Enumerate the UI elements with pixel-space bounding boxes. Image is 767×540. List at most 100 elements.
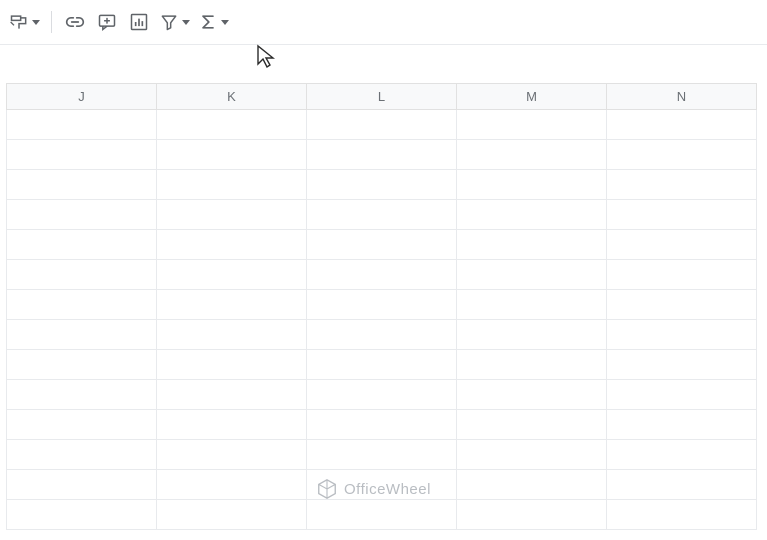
cell[interactable] bbox=[607, 440, 757, 470]
cell[interactable] bbox=[457, 110, 607, 140]
cell[interactable] bbox=[7, 170, 157, 200]
cell[interactable] bbox=[607, 290, 757, 320]
cell[interactable] bbox=[7, 290, 157, 320]
cell[interactable] bbox=[7, 200, 157, 230]
cell[interactable] bbox=[157, 500, 307, 530]
cell[interactable] bbox=[307, 170, 457, 200]
cell[interactable] bbox=[457, 260, 607, 290]
cell[interactable] bbox=[7, 110, 157, 140]
cell[interactable] bbox=[457, 470, 607, 500]
column-header[interactable]: K bbox=[157, 84, 307, 110]
insert-link-button[interactable] bbox=[60, 7, 90, 37]
cell[interactable] bbox=[607, 230, 757, 260]
cell[interactable] bbox=[457, 200, 607, 230]
table-row bbox=[7, 380, 757, 410]
cell[interactable] bbox=[307, 500, 457, 530]
cell[interactable] bbox=[157, 410, 307, 440]
cell[interactable] bbox=[307, 350, 457, 380]
cell[interactable] bbox=[457, 500, 607, 530]
cell[interactable] bbox=[7, 380, 157, 410]
cell[interactable] bbox=[307, 200, 457, 230]
cell[interactable] bbox=[307, 410, 457, 440]
cell[interactable] bbox=[157, 260, 307, 290]
cell[interactable] bbox=[7, 410, 157, 440]
cell[interactable] bbox=[157, 110, 307, 140]
cell-grid[interactable]: JKLMN bbox=[6, 83, 757, 530]
cell[interactable] bbox=[7, 140, 157, 170]
column-header[interactable]: L bbox=[307, 84, 457, 110]
cell[interactable] bbox=[457, 320, 607, 350]
table-row bbox=[7, 440, 757, 470]
toolbar bbox=[0, 0, 767, 44]
cell[interactable] bbox=[607, 260, 757, 290]
spreadsheet-area[interactable]: JKLMN bbox=[0, 45, 767, 530]
cell[interactable] bbox=[457, 440, 607, 470]
cell[interactable] bbox=[7, 470, 157, 500]
cell[interactable] bbox=[7, 350, 157, 380]
cell[interactable] bbox=[157, 320, 307, 350]
table-row bbox=[7, 290, 757, 320]
cell[interactable] bbox=[307, 230, 457, 260]
cell[interactable] bbox=[607, 320, 757, 350]
cell[interactable] bbox=[457, 230, 607, 260]
filter-button[interactable] bbox=[156, 7, 193, 37]
cell[interactable] bbox=[607, 470, 757, 500]
cell[interactable] bbox=[457, 170, 607, 200]
cell[interactable] bbox=[307, 140, 457, 170]
cell[interactable] bbox=[607, 110, 757, 140]
cell[interactable] bbox=[607, 380, 757, 410]
cell[interactable] bbox=[607, 140, 757, 170]
chevron-down-icon bbox=[182, 20, 190, 25]
cell[interactable] bbox=[307, 290, 457, 320]
cell[interactable] bbox=[607, 200, 757, 230]
table-row bbox=[7, 350, 757, 380]
cell[interactable] bbox=[457, 380, 607, 410]
cell[interactable] bbox=[457, 140, 607, 170]
cell[interactable] bbox=[307, 110, 457, 140]
filter-icon bbox=[159, 12, 179, 32]
column-header[interactable]: N bbox=[607, 84, 757, 110]
cell[interactable] bbox=[157, 200, 307, 230]
cell[interactable] bbox=[157, 290, 307, 320]
cell[interactable] bbox=[307, 260, 457, 290]
paint-format-button[interactable] bbox=[6, 7, 43, 37]
cell[interactable] bbox=[457, 290, 607, 320]
cell[interactable] bbox=[7, 260, 157, 290]
cell[interactable] bbox=[607, 350, 757, 380]
column-header[interactable]: J bbox=[7, 84, 157, 110]
cell[interactable] bbox=[307, 440, 457, 470]
cell[interactable] bbox=[7, 320, 157, 350]
cell[interactable] bbox=[157, 230, 307, 260]
cell[interactable] bbox=[307, 380, 457, 410]
cell[interactable] bbox=[157, 380, 307, 410]
table-row bbox=[7, 110, 757, 140]
table-row bbox=[7, 170, 757, 200]
cell[interactable] bbox=[157, 140, 307, 170]
cell[interactable] bbox=[457, 410, 607, 440]
cell[interactable] bbox=[7, 500, 157, 530]
cell[interactable] bbox=[307, 470, 457, 500]
cell[interactable] bbox=[157, 350, 307, 380]
cell[interactable] bbox=[607, 500, 757, 530]
table-row bbox=[7, 140, 757, 170]
cell[interactable] bbox=[7, 440, 157, 470]
table-row bbox=[7, 320, 757, 350]
insert-chart-button[interactable] bbox=[124, 7, 154, 37]
cell[interactable] bbox=[157, 470, 307, 500]
cell[interactable] bbox=[457, 350, 607, 380]
cell[interactable] bbox=[157, 170, 307, 200]
cell[interactable] bbox=[307, 320, 457, 350]
table-row bbox=[7, 230, 757, 260]
cell[interactable] bbox=[7, 230, 157, 260]
table-row bbox=[7, 200, 757, 230]
insert-comment-button[interactable] bbox=[92, 7, 122, 37]
cell[interactable] bbox=[157, 440, 307, 470]
table-row bbox=[7, 410, 757, 440]
link-icon bbox=[65, 12, 85, 32]
chart-icon bbox=[129, 12, 149, 32]
toolbar-separator bbox=[51, 11, 52, 33]
column-header[interactable]: M bbox=[457, 84, 607, 110]
cell[interactable] bbox=[607, 170, 757, 200]
cell[interactable] bbox=[607, 410, 757, 440]
functions-button[interactable] bbox=[195, 7, 232, 37]
